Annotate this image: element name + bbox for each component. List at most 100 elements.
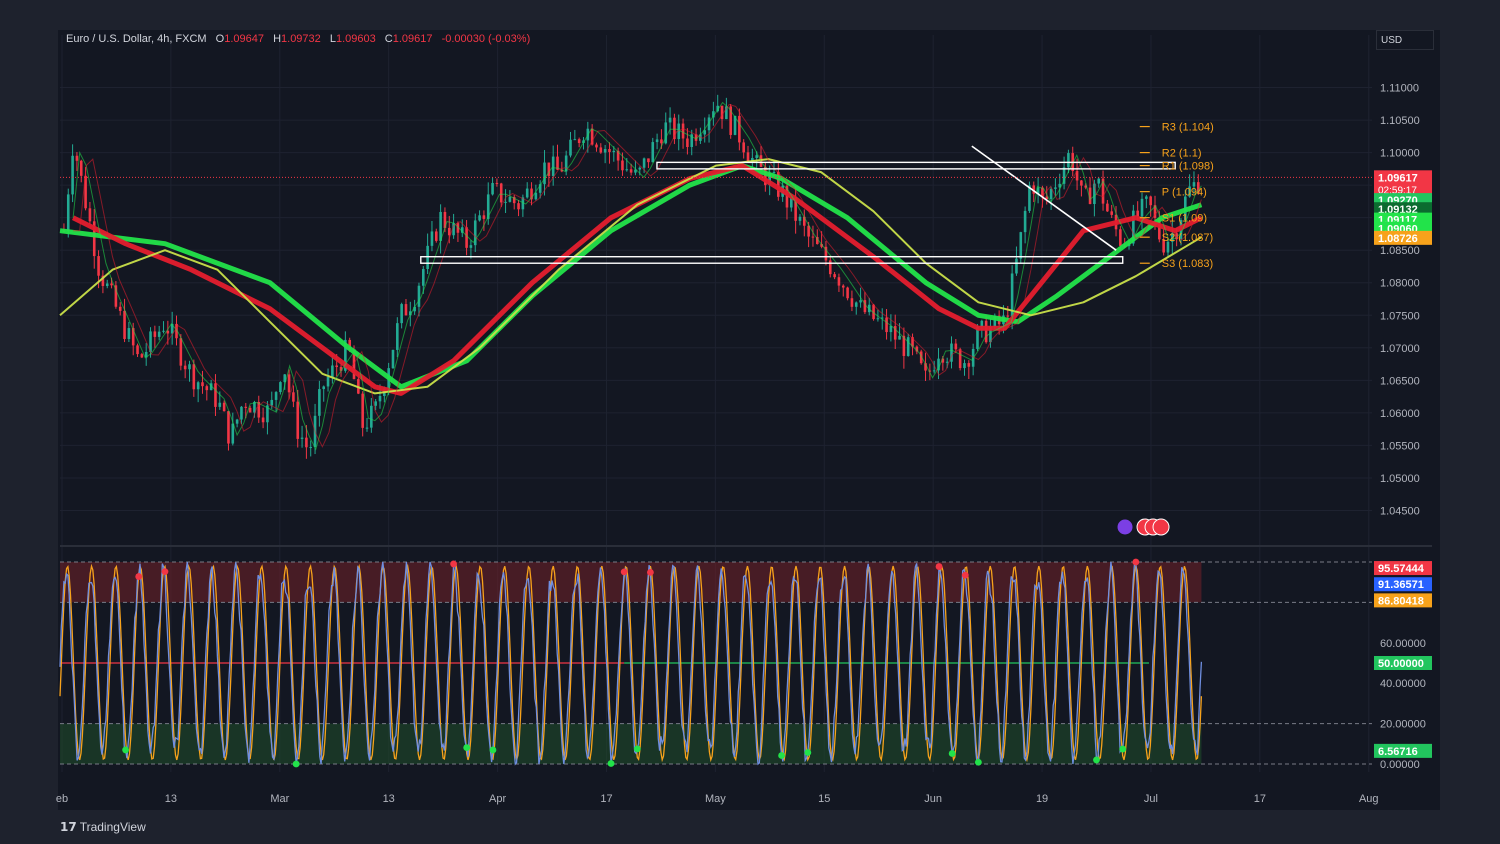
candle-body <box>292 392 295 402</box>
candle-body <box>504 201 507 203</box>
price-label-text: 6.56716 <box>1378 746 1418 758</box>
candle-body <box>482 215 486 219</box>
price-tick-label: 1.10000 <box>1380 148 1420 160</box>
candle-body <box>551 156 555 176</box>
candle-body <box>322 386 326 390</box>
candle-body <box>97 256 100 276</box>
candle-body <box>248 407 252 413</box>
candle-body <box>478 215 481 221</box>
candle-body <box>595 144 598 148</box>
candle-body <box>647 158 650 163</box>
candle-body <box>110 283 113 286</box>
candle-body <box>1106 203 1109 212</box>
candle-body <box>1023 210 1027 233</box>
candle-body <box>1149 196 1152 206</box>
pivot-label: R2 (1.1) <box>1162 148 1202 160</box>
candle-body <box>434 231 438 241</box>
candle-body <box>335 365 339 368</box>
candle-body <box>105 283 109 287</box>
pivot-levels: R3 (1.104) R2 (1.1)R1 (1.098) P (1.094) S1 … <box>60 122 1372 270</box>
candle-body <box>318 389 321 416</box>
candle-body <box>1067 153 1070 168</box>
candle-body <box>1006 315 1010 317</box>
candle-body <box>309 446 313 448</box>
candle-body <box>1054 187 1057 189</box>
candle-body <box>71 155 74 195</box>
signal-dot <box>620 568 628 576</box>
price-tick-label: 1.06000 <box>1380 408 1420 420</box>
candle-body <box>681 123 685 139</box>
pivot-label: P (1.094) <box>1162 187 1207 199</box>
overbought-zone <box>60 562 1202 603</box>
tradingview-logo[interactable]: 17 TradingView <box>60 820 146 834</box>
signal-dot <box>122 746 129 754</box>
symbol-header: Euro / U.S. Dollar, 4h, FXCM O1.09647 H1… <box>66 33 530 45</box>
price-tick-label: 1.04500 <box>1380 505 1420 517</box>
candle-body <box>612 150 616 153</box>
candle-body <box>573 139 577 141</box>
signal-dot <box>647 568 654 576</box>
candle-body <box>361 393 364 428</box>
signal-dot <box>135 573 143 580</box>
ribbon-line <box>73 103 1202 448</box>
time-tick-label: 15 <box>818 793 830 805</box>
candle-body <box>196 382 200 390</box>
candle-body <box>525 188 529 198</box>
candle-body <box>746 152 750 162</box>
chart-canvas[interactable]: R3 (1.104) R2 (1.1)R1 (1.098) P (1.094) S1 … <box>0 0 1500 844</box>
candle-body <box>906 337 910 356</box>
candle-body <box>123 310 126 339</box>
open-value: 1.09647 <box>224 33 264 45</box>
candle-body <box>660 139 663 144</box>
time-tick-label: 13 <box>165 793 177 805</box>
close-value: 1.09617 <box>392 33 433 45</box>
candle-body <box>127 328 131 339</box>
signal-dot <box>489 746 497 754</box>
candle-body <box>88 208 92 222</box>
signal-dot <box>975 758 982 766</box>
candle-body <box>859 300 862 303</box>
candle-body <box>75 155 79 161</box>
osc-tick-label: 60.00000 <box>1380 638 1426 650</box>
price-label-text: 86.80418 <box>1378 595 1424 607</box>
candle-body <box>296 401 300 439</box>
signal-dot <box>1093 756 1100 764</box>
osc-tick-label: 40.00000 <box>1380 678 1426 690</box>
currency-button[interactable]: USD <box>1376 30 1434 50</box>
candle-body <box>205 386 209 391</box>
candle-body <box>625 169 629 171</box>
candle-body <box>508 197 512 202</box>
candle-body <box>569 139 572 156</box>
time-tick-label: May <box>705 793 726 805</box>
candle-body <box>214 383 217 407</box>
signal-dot <box>607 760 615 767</box>
time-axis: eb 13 Mar 13 Apr 17 May 15 Jun 19 Jul 17 Aug <box>56 793 1379 805</box>
pivot-label: R3 (1.104) <box>1162 122 1214 134</box>
signal-dot <box>1132 558 1140 566</box>
candle-body <box>1119 229 1122 246</box>
candle-body <box>279 382 282 393</box>
candle-body <box>932 370 936 372</box>
candle-body <box>201 382 204 387</box>
price-label-text: 91.36571 <box>1378 579 1424 591</box>
price-label-text: 1.09617 <box>1378 172 1418 184</box>
symbol-title[interactable]: Euro / U.S. Dollar, 4h, FXCM <box>66 33 207 45</box>
candle-body <box>954 343 958 350</box>
candle-body <box>1049 188 1053 200</box>
candle-body <box>365 427 369 429</box>
candle-body <box>841 285 845 288</box>
candle-body <box>118 306 122 311</box>
price-tick-label: 1.07500 <box>1380 310 1420 322</box>
candle-body <box>136 345 139 355</box>
candle-body <box>300 437 304 439</box>
candle-body <box>274 392 278 400</box>
price-labels: 1.0961702:59:171.092701.091321.091171.09… <box>1374 170 1432 758</box>
high-label: H <box>273 33 282 45</box>
price-tick-label: 1.08500 <box>1380 245 1420 257</box>
candle-body <box>465 227 468 248</box>
pivot-label: R1 (1.098) <box>1162 161 1214 173</box>
candle-body <box>967 363 971 367</box>
candle-body <box>218 402 222 407</box>
signal-dot <box>948 750 956 757</box>
candle-body <box>651 142 655 163</box>
